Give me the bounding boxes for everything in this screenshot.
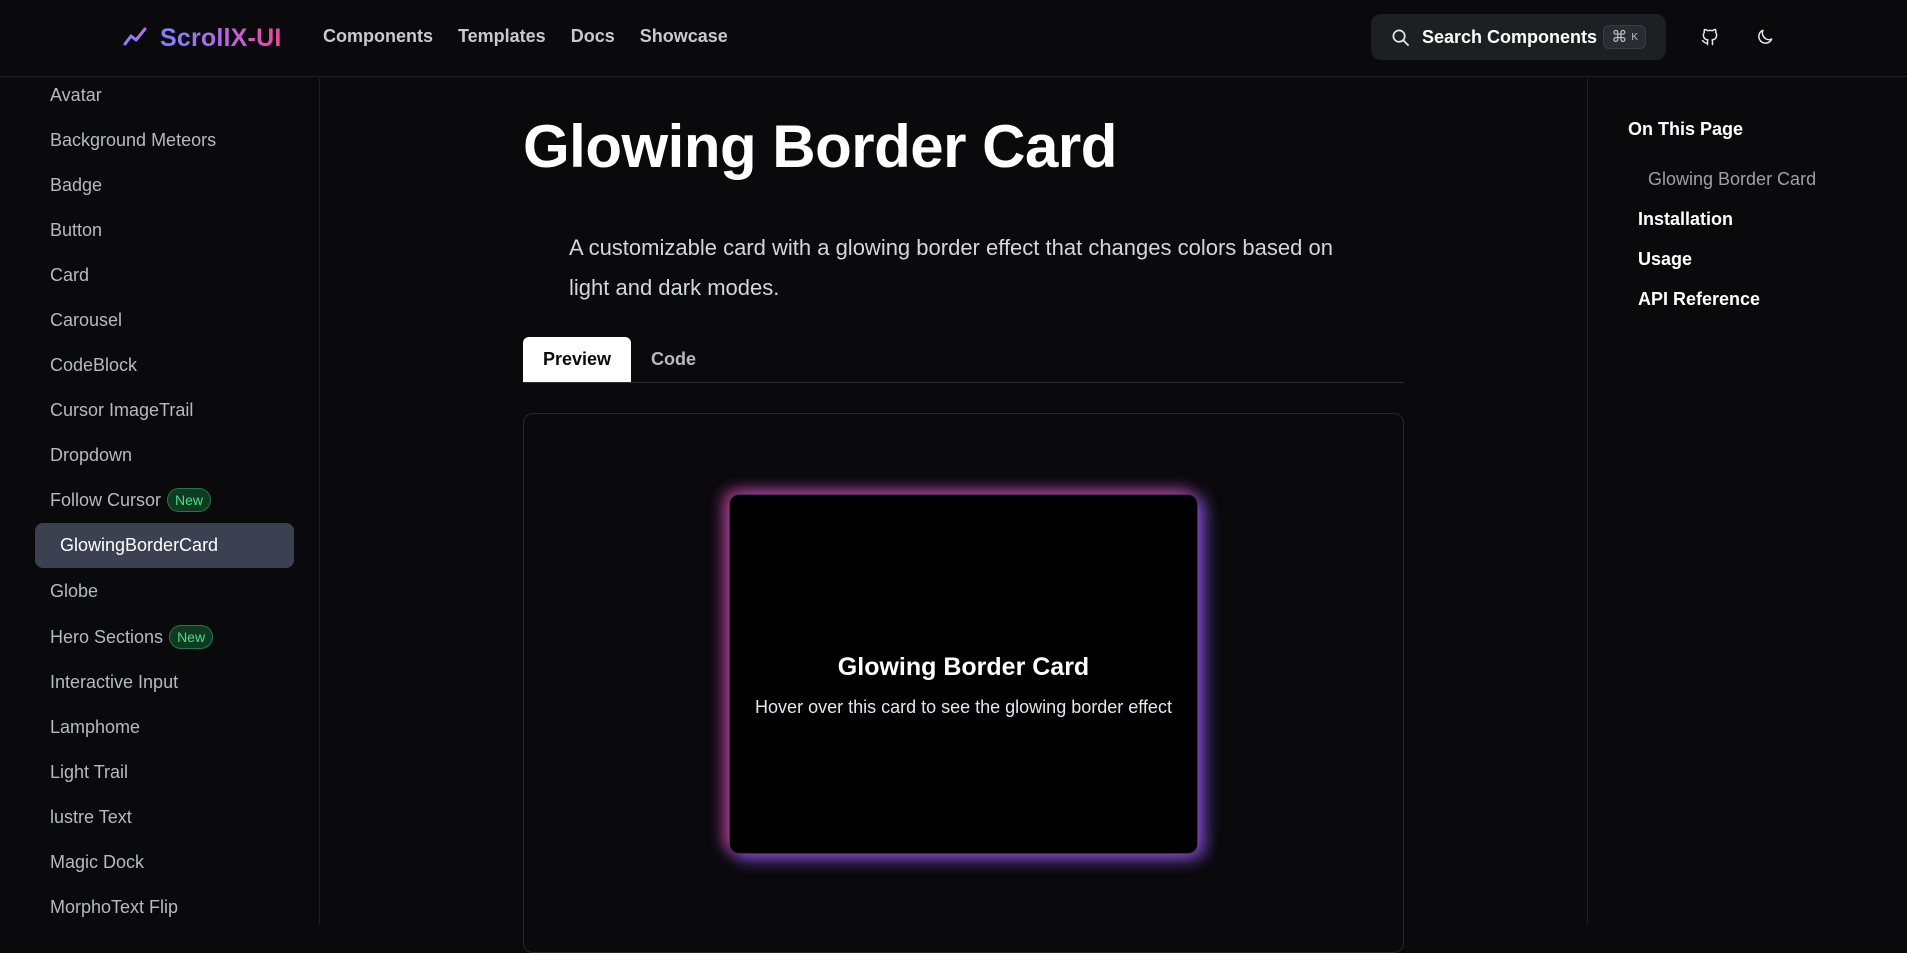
new-badge: New <box>167 488 212 512</box>
search-icon <box>1392 29 1409 46</box>
new-badge: New <box>169 625 214 649</box>
sidebar-item-label: Button <box>50 220 103 240</box>
sidebar-item-lamphome[interactable]: Lamphome <box>50 717 140 738</box>
glowing-border-card[interactable]: Glowing Border Card Hover over this card… <box>729 494 1198 854</box>
brand-name: ScrollX-UI <box>160 23 282 52</box>
sidebar-item-globe[interactable]: Globe <box>50 581 98 602</box>
sidebar-item-label: Card <box>50 265 90 285</box>
sidebar-item-background-meteors[interactable]: Background Meteors <box>50 130 216 151</box>
keyboard-shortcut: ⌘ K <box>1603 25 1646 49</box>
sidebar-item-label: CodeBlock <box>50 355 138 375</box>
toc-item-usage[interactable]: Usage <box>1638 249 1692 270</box>
toc-item-glowing-border-card[interactable]: Glowing Border Card <box>1648 169 1816 190</box>
sidebar-item-glowingbordercard[interactable]: GlowingBorderCard <box>35 523 294 568</box>
tab-code[interactable]: Code <box>631 337 716 382</box>
sidebar-item-label: MorphoText Flip <box>50 897 179 917</box>
table-of-contents: On This Page Glowing Border Card Install… <box>1587 78 1907 924</box>
sidebar-item-button[interactable]: Button <box>50 220 102 241</box>
sidebar-item-carousel[interactable]: Carousel <box>50 310 122 331</box>
search-components-button[interactable]: Search Components ⌘ K <box>1371 14 1666 60</box>
toc-item-installation[interactable]: Installation <box>1638 209 1733 230</box>
sidebar-item-card[interactable]: Card <box>50 265 89 286</box>
sidebar-item-codeblock[interactable]: CodeBlock <box>50 355 137 376</box>
sidebar-item-hero-sections[interactable]: Hero Sections New <box>50 625 214 649</box>
nav-components[interactable]: Components <box>323 26 433 47</box>
sidebar-item-cursor-imagetrail[interactable]: Cursor ImageTrail <box>50 400 193 421</box>
sidebar-item-label: Badge <box>50 175 103 195</box>
sidebar-item-label: lustre Text <box>50 807 132 827</box>
nav-docs[interactable]: Docs <box>571 26 615 47</box>
sidebar-item-label: Light Trail <box>50 762 129 782</box>
trend-chart-icon <box>123 27 149 51</box>
sidebar-item-label: GlowingBorderCard <box>60 535 219 555</box>
sidebar-item-lustre-text[interactable]: lustre Text <box>50 807 132 828</box>
sidebar-item-label: Background Meteors <box>50 130 217 150</box>
card-subtitle: Hover over this card to see the glowing … <box>755 697 1172 717</box>
sidebar-item-magic-dock[interactable]: Magic Dock <box>50 852 144 873</box>
preview-code-tabs: Preview Code <box>523 337 1404 383</box>
page-title: Glowing Border Card <box>523 113 1117 180</box>
sidebar-item-label: Carousel <box>50 310 123 330</box>
tab-preview[interactable]: Preview <box>523 337 632 382</box>
theme-toggle-button[interactable] <box>1752 24 1778 50</box>
moon-icon <box>1758 29 1773 44</box>
sidebar-item-label: Interactive Input <box>50 672 179 692</box>
sidebar-item-interactive-input[interactable]: Interactive Input <box>50 672 178 693</box>
github-button[interactable] <box>1697 24 1723 50</box>
sidebar-item-badge[interactable]: Badge <box>50 175 102 196</box>
toc-item-api-reference[interactable]: API Reference <box>1638 289 1760 310</box>
search-label: Search Components <box>1422 26 1598 47</box>
sidebar-item-morphotext-flip[interactable]: MorphoText Flip <box>50 897 178 918</box>
toc-heading: On This Page <box>1628 119 1744 139</box>
sidebar-item-label: Hero Sections <box>50 626 164 647</box>
main-nav: Components Templates Docs Showcase <box>323 26 728 47</box>
sidebar-item-avatar[interactable]: Avatar <box>50 85 102 106</box>
sidebar-item-label: Globe <box>50 581 99 601</box>
sidebar-item-label: Follow Cursor <box>50 489 162 510</box>
page-description: A customizable card with a glowing borde… <box>569 235 1333 300</box>
github-icon <box>1701 28 1718 46</box>
components-sidebar: Avatar Background Meteors Badge Button C… <box>0 78 320 924</box>
sidebar-item-label: Lamphome <box>50 717 141 737</box>
card-title: Glowing Border Card <box>837 653 1090 681</box>
nav-showcase[interactable]: Showcase <box>640 26 728 47</box>
k-key: K <box>1631 31 1638 43</box>
sidebar-item-follow-cursor[interactable]: Follow Cursor New <box>50 488 212 512</box>
sidebar-item-dropdown[interactable]: Dropdown <box>50 445 132 466</box>
command-key: ⌘ <box>1611 29 1628 46</box>
brand-logo[interactable]: ScrollX-UI <box>122 22 281 54</box>
sidebar-item-label: Cursor ImageTrail <box>50 400 194 420</box>
sidebar-item-label: Dropdown <box>50 445 133 465</box>
nav-templates[interactable]: Templates <box>458 26 546 47</box>
top-header: ScrollX-UI Components Templates Docs Sho… <box>0 0 1907 77</box>
sidebar-item-label: Magic Dock <box>50 852 145 872</box>
sidebar-item-light-trail[interactable]: Light Trail <box>50 762 128 783</box>
sidebar-item-label: Avatar <box>50 85 102 105</box>
